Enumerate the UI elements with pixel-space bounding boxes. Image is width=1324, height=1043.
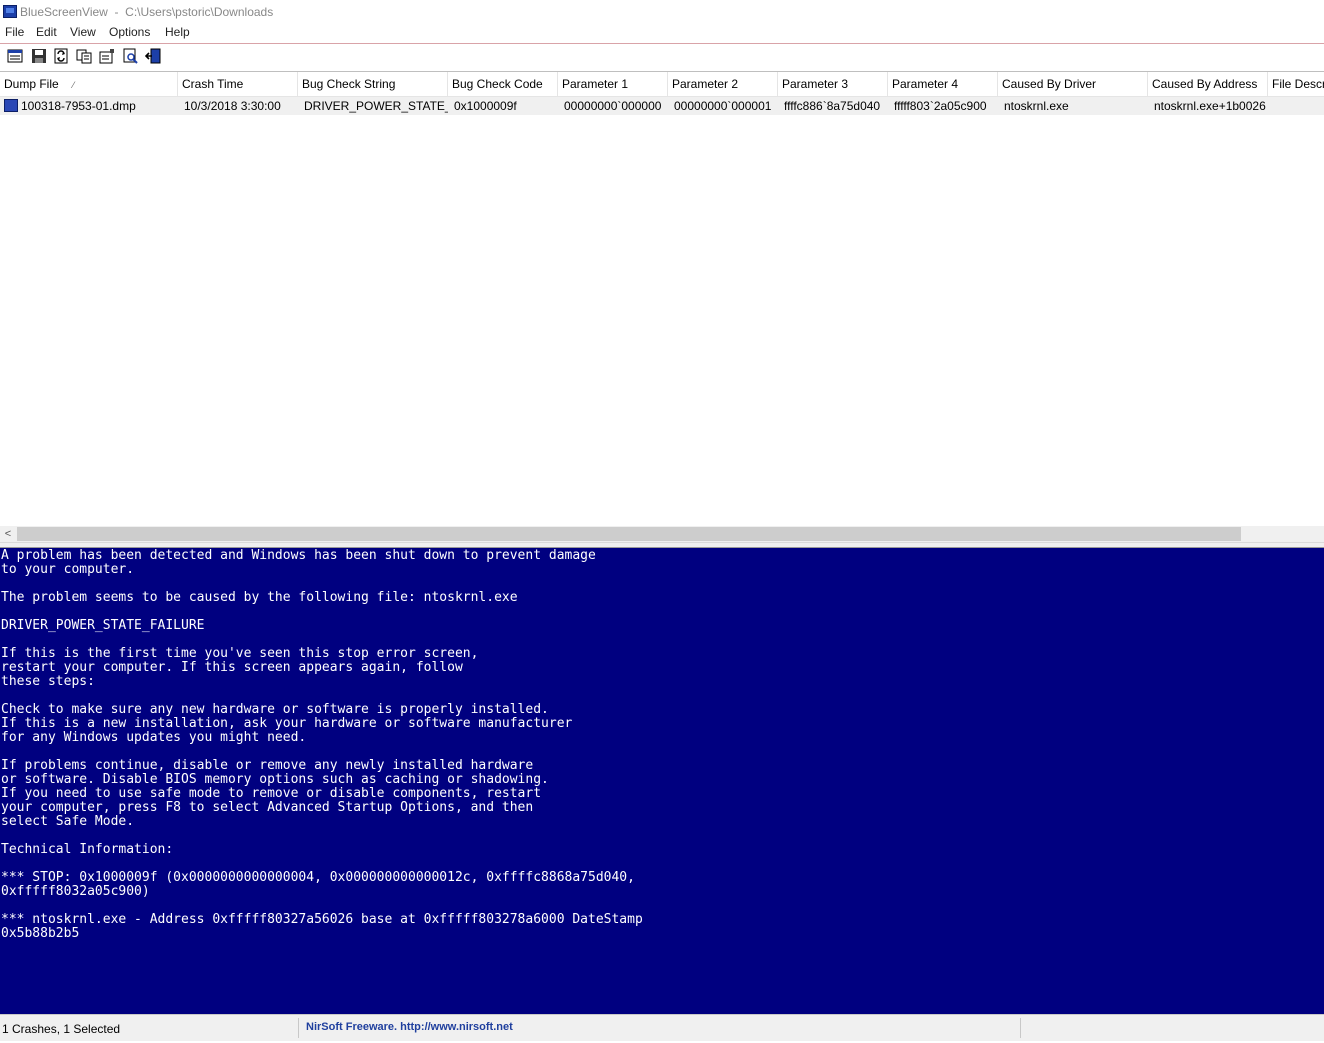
app-icon bbox=[3, 5, 17, 18]
cell-parameter-1: 00000000`000000 bbox=[564, 99, 662, 113]
column-dump-file[interactable]: Dump File ⁄ bbox=[0, 72, 178, 96]
cell-file-description bbox=[1268, 97, 1324, 115]
cell-parameter-3: ffffc886`8a75d040 bbox=[784, 99, 881, 113]
menu-file[interactable]: File bbox=[5, 25, 24, 39]
cell-crash-time: 10/3/2018 3:30:00 bbox=[184, 99, 281, 113]
nirsoft-link[interactable]: NirSoft Freeware. http://www.nirsoft.net bbox=[306, 1015, 513, 1041]
column-file-description[interactable]: File Descr bbox=[1268, 72, 1324, 96]
find-icon[interactable] bbox=[122, 48, 138, 64]
cell-dump-file: 100318-7953-01.dmp bbox=[0, 97, 178, 115]
column-bug-check-code[interactable]: Bug Check Code bbox=[448, 72, 558, 96]
column-parameter-1[interactable]: Parameter 1 bbox=[558, 72, 668, 96]
horizontal-scrollbar[interactable]: < bbox=[0, 526, 1324, 542]
window-title: BlueScreenView - C:\Users\pstoric\Downlo… bbox=[20, 5, 274, 19]
html-report-icon[interactable] bbox=[7, 48, 23, 64]
column-parameter-4[interactable]: Parameter 4 bbox=[888, 72, 998, 96]
column-crash-time[interactable]: Crash Time bbox=[178, 72, 298, 96]
bsod-preview-pane: A problem has been detected and Windows … bbox=[0, 548, 1324, 1014]
status-divider bbox=[1020, 1018, 1021, 1038]
cell-caused-by-address: ntoskrnl.exe+1b0026 bbox=[1154, 99, 1266, 113]
cell-bug-check-code: 0x1000009f bbox=[454, 99, 517, 113]
scroll-left-icon[interactable]: < bbox=[0, 526, 16, 542]
refresh-icon[interactable] bbox=[53, 48, 69, 64]
save-icon[interactable] bbox=[31, 48, 47, 64]
status-bar: 1 Crashes, 1 Selected NirSoft Freeware. … bbox=[0, 1014, 1324, 1041]
menu-options[interactable]: Options bbox=[109, 25, 150, 39]
status-divider bbox=[298, 1018, 299, 1038]
exit-icon[interactable] bbox=[145, 48, 161, 64]
cell-parameter-2: 00000000`000001 bbox=[674, 99, 772, 113]
table-header: Dump File ⁄ Crash Time Bug Check String B… bbox=[0, 72, 1324, 97]
column-parameter-2[interactable]: Parameter 2 bbox=[668, 72, 778, 96]
dump-file-icon bbox=[4, 99, 18, 112]
title-bar: BlueScreenView - C:\Users\pstoric\Downlo… bbox=[0, 0, 1324, 24]
properties-icon[interactable] bbox=[99, 48, 115, 64]
column-parameter-3[interactable]: Parameter 3 bbox=[778, 72, 888, 96]
cell-bug-check-string: DRIVER_POWER_STATE_... bbox=[304, 99, 448, 113]
status-crash-count: 1 Crashes, 1 Selected bbox=[2, 1022, 121, 1036]
column-label: Dump File bbox=[4, 77, 59, 91]
menu-view[interactable]: View bbox=[70, 25, 96, 39]
bsod-text: A problem has been detected and Windows … bbox=[1, 548, 643, 941]
column-caused-by-driver[interactable]: Caused By Driver bbox=[998, 72, 1148, 96]
table-row[interactable]: 100318-7953-01.dmp 10/3/2018 3:30:00 DRI… bbox=[0, 97, 1324, 115]
column-bug-check-string[interactable]: Bug Check String bbox=[298, 72, 448, 96]
menu-bar: File Edit View Options Help bbox=[0, 24, 1324, 43]
scrollbar-thumb[interactable] bbox=[17, 527, 1241, 541]
copy-icon[interactable] bbox=[76, 48, 92, 64]
menu-help[interactable]: Help bbox=[165, 25, 190, 39]
cell-dump-file-text: 100318-7953-01.dmp bbox=[21, 99, 136, 113]
cell-parameter-4: fffff803`2a05c900 bbox=[894, 99, 987, 113]
menu-edit[interactable]: Edit bbox=[36, 25, 57, 39]
column-caused-by-address[interactable]: Caused By Address bbox=[1148, 72, 1268, 96]
toolbar bbox=[0, 44, 1324, 70]
cell-caused-by-driver: ntoskrnl.exe bbox=[1004, 99, 1069, 113]
crash-list-table: Dump File ⁄ Crash Time Bug Check String B… bbox=[0, 72, 1324, 526]
sort-ascending-icon: ⁄ bbox=[72, 80, 75, 90]
